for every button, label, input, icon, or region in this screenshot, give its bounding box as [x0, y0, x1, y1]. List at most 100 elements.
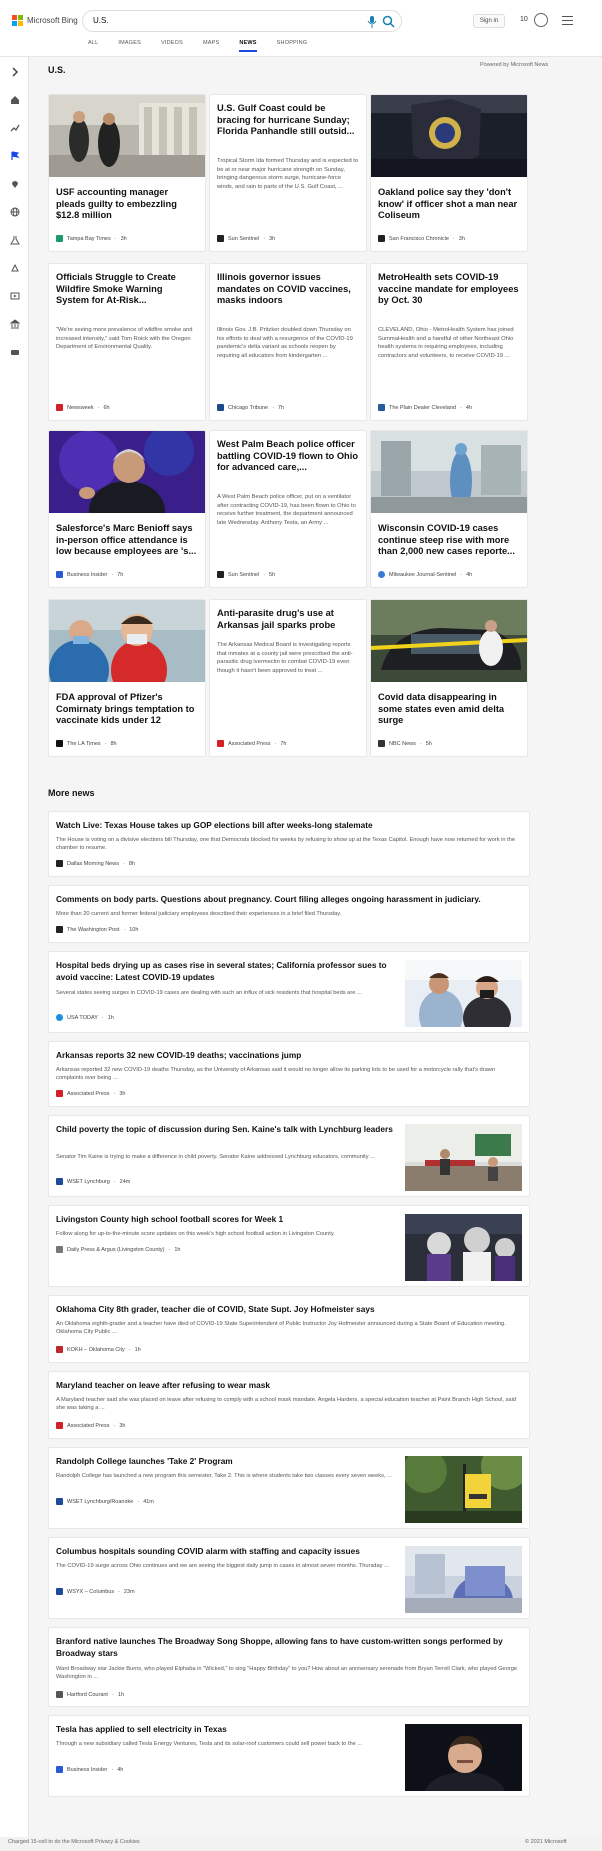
item-title[interactable]: Columbus hospitals sounding COVID alarm … [56, 1546, 402, 1558]
news-card[interactable]: West Palm Beach police officer battling … [209, 430, 367, 588]
news-list-item[interactable]: Maryland teacher on leave after refusing… [48, 1371, 530, 1439]
item-title[interactable]: Hospital beds drying up as cases rise in… [56, 960, 402, 983]
card-source: Business Insider · 7h [56, 571, 123, 578]
source-time: 7h [277, 404, 285, 411]
money-icon[interactable] [10, 347, 20, 357]
flag-icon[interactable] [10, 151, 20, 161]
tab-maps[interactable]: MAPS [203, 40, 219, 52]
source-logo-icon [56, 1246, 63, 1253]
news-card[interactable]: Wisconsin COVID-19 cases continue steep … [370, 430, 528, 588]
source-logo-icon [378, 571, 385, 578]
source-logo-icon [56, 1691, 63, 1698]
news-card[interactable]: Salesforce's Marc Benioff says in-person… [48, 430, 206, 588]
news-list-item[interactable]: Watch Live: Texas House takes up GOP ele… [48, 811, 530, 877]
news-list-item[interactable]: Branford native launches The Broadway So… [48, 1627, 530, 1707]
item-title[interactable]: Tesla has applied to sell electricity in… [56, 1724, 402, 1736]
news-card[interactable]: U.S. Gulf Coast could be bracing for hur… [209, 94, 367, 252]
source-name: KOKH – Oklahoma City [67, 1346, 125, 1353]
more-news-title: More news [48, 788, 95, 798]
card-source: Sun Sentinel · 3h [217, 235, 275, 242]
news-list-item[interactable]: Tesla has applied to sell electricity in… [48, 1715, 530, 1797]
location-icon[interactable] [10, 179, 20, 189]
news-list-item[interactable]: Arkansas reports 32 new COVID-19 deaths;… [48, 1041, 530, 1107]
rewards-count[interactable]: 10 [520, 16, 528, 23]
card-title[interactable]: Anti-parasite drug's use at Arkansas jai… [217, 608, 359, 631]
tab-images[interactable]: IMAGES [118, 40, 141, 52]
news-list-item[interactable]: Livingston County high school football s… [48, 1205, 530, 1287]
politics-icon[interactable] [10, 319, 20, 329]
home-icon[interactable] [10, 95, 20, 105]
search-box[interactable]: U.S. [82, 10, 402, 32]
source-name: Business Insider [67, 571, 108, 578]
hamburger-menu-icon[interactable] [562, 16, 573, 25]
news-card[interactable]: Covid data disappearing in some states e… [370, 599, 528, 757]
sign-in-button[interactable]: Sign in [473, 14, 505, 28]
footer-left-text[interactable]: Charged 15-cell to do the Microsoft Priv… [8, 1839, 140, 1845]
news-card[interactable]: FDA approval of Pfizer's Comirnaty bring… [48, 599, 206, 757]
microphone-icon[interactable] [367, 16, 377, 28]
news-list-item[interactable]: Comments on body parts. Questions about … [48, 885, 530, 943]
news-card[interactable]: USF accounting manager pleads guilty to … [48, 94, 206, 252]
card-title[interactable]: West Palm Beach police officer battling … [217, 439, 359, 474]
tab-all[interactable]: ALL [88, 40, 98, 52]
card-image [371, 95, 527, 177]
item-title[interactable]: Branford native launches The Broadway So… [56, 1636, 522, 1659]
source-time: 3h [269, 235, 276, 242]
card-source: Associated Press · 7h [217, 740, 286, 747]
source-time: 41m [143, 1498, 154, 1505]
technology-icon[interactable] [10, 263, 20, 273]
item-title[interactable]: Arkansas reports 32 new COVID-19 deaths;… [56, 1050, 522, 1062]
card-title[interactable]: Illinois governor issues mandates on COV… [217, 272, 359, 307]
card-image [49, 431, 205, 513]
card-title[interactable]: Oakland police say they 'don't know' if … [378, 187, 520, 222]
item-source: WSET Lynchburg · 24m [56, 1178, 130, 1185]
news-list-item[interactable]: Child poverty the topic of discussion du… [48, 1115, 530, 1197]
news-card[interactable]: Illinois governor issues mandates on COV… [209, 263, 367, 421]
item-title[interactable]: Watch Live: Texas House takes up GOP ele… [56, 820, 522, 832]
rewards-medal-icon[interactable] [534, 13, 548, 27]
card-title[interactable]: MetroHealth sets COVID-19 vaccine mandat… [378, 272, 520, 307]
tab-shopping[interactable]: SHOPPING [277, 40, 308, 52]
news-card[interactable]: Oakland police say they 'don't know' if … [370, 94, 528, 252]
item-title[interactable]: Randolph College launches 'Take 2' Progr… [56, 1456, 402, 1468]
globe-icon[interactable] [10, 207, 20, 217]
item-title[interactable]: Comments on body parts. Questions about … [56, 894, 522, 906]
search-input[interactable]: U.S. [93, 16, 109, 25]
source-time: 1h [174, 1246, 181, 1253]
item-title[interactable]: Child poverty the topic of discussion du… [56, 1124, 402, 1136]
news-list-item[interactable]: Oklahoma City 8th grader, teacher die of… [48, 1295, 530, 1363]
news-list-item[interactable]: Hospital beds drying up as cases rise in… [48, 951, 530, 1033]
card-title[interactable]: FDA approval of Pfizer's Comirnaty bring… [56, 692, 198, 727]
bing-logo[interactable]: Microsoft Bing [12, 15, 78, 26]
trending-icon[interactable] [10, 123, 20, 133]
news-card[interactable]: Officials Struggle to Create Wildfire Sm… [48, 263, 206, 421]
science-icon[interactable] [10, 235, 20, 245]
card-source: Tampa Bay Times · 3h [56, 235, 127, 242]
news-card[interactable]: Anti-parasite drug's use at Arkansas jai… [209, 599, 367, 757]
card-image [49, 600, 205, 682]
news-card[interactable]: MetroHealth sets COVID-19 vaccine mandat… [370, 263, 528, 421]
item-title[interactable]: Oklahoma City 8th grader, teacher die of… [56, 1304, 522, 1316]
powered-by-label: Powered by Microsoft News [480, 62, 549, 68]
card-title[interactable]: Officials Struggle to Create Wildfire Sm… [56, 272, 198, 307]
card-title[interactable]: USF accounting manager pleads guilty to … [56, 187, 198, 222]
item-source: Business Insider · 4h [56, 1766, 123, 1773]
search-icon[interactable] [382, 15, 395, 28]
item-title[interactable]: Livingston County high school football s… [56, 1214, 402, 1226]
entertainment-icon[interactable] [10, 291, 20, 301]
card-title[interactable]: Wisconsin COVID-19 cases continue steep … [378, 523, 520, 558]
tab-news[interactable]: NEWS [239, 40, 257, 52]
card-source: The LA Times · 8h [56, 740, 117, 747]
card-title[interactable]: U.S. Gulf Coast could be bracing for hur… [217, 103, 359, 138]
source-time: 3h [119, 1422, 126, 1429]
news-list-item[interactable]: Randolph College launches 'Take 2' Progr… [48, 1447, 530, 1529]
tab-videos[interactable]: VIDEOS [161, 40, 183, 52]
news-list-item[interactable]: Columbus hospitals sounding COVID alarm … [48, 1537, 530, 1619]
source-name: Dallas Morning News [67, 860, 119, 867]
expand-chevron-icon[interactable] [10, 67, 20, 77]
source-name: Associated Press [228, 740, 271, 747]
card-title[interactable]: Covid data disappearing in some states e… [378, 692, 520, 727]
card-title[interactable]: Salesforce's Marc Benioff says in-person… [56, 523, 198, 558]
item-title[interactable]: Maryland teacher on leave after refusing… [56, 1380, 522, 1392]
source-time: 23m [123, 1588, 135, 1595]
